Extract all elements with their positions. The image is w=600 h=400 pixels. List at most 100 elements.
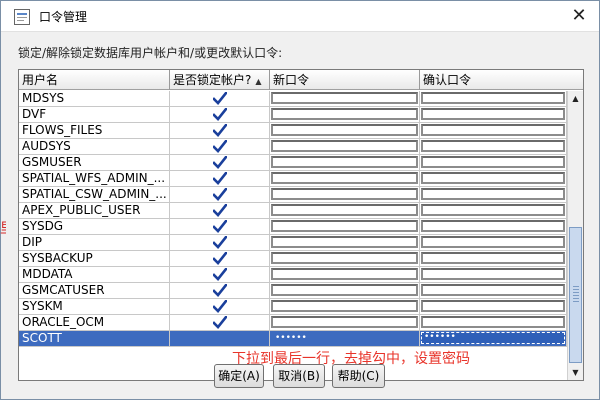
new-password-field[interactable] — [271, 92, 418, 104]
checkmark-icon — [212, 300, 227, 313]
new-password-field[interactable] — [271, 220, 418, 232]
confirm-password-cell — [420, 91, 567, 107]
new-password-field[interactable] — [271, 124, 418, 136]
table-row[interactable]: SCOTT •••••• •••••• — [19, 331, 567, 347]
username-cell[interactable]: FLOWS_FILES — [19, 123, 170, 139]
lock-account-checkbox[interactable] — [170, 235, 270, 251]
username-cell[interactable]: ORACLE_OCM — [19, 315, 170, 331]
lock-account-checkbox[interactable] — [170, 283, 270, 299]
new-password-field[interactable] — [271, 140, 418, 152]
new-password-field[interactable] — [271, 172, 418, 184]
cancel-button[interactable]: 取消(B) — [273, 364, 325, 388]
column-header-new-password[interactable]: 新口令 — [270, 70, 420, 90]
username-cell[interactable]: SPATIAL_CSW_ADMIN_... — [19, 187, 170, 203]
username-cell[interactable]: SYSKM — [19, 299, 170, 315]
lock-account-checkbox[interactable] — [170, 299, 270, 315]
new-password-field[interactable] — [271, 108, 418, 120]
username-cell[interactable]: AUDSYS — [19, 139, 170, 155]
table-row[interactable]: SPATIAL_WFS_ADMIN_... — [19, 171, 567, 187]
confirm-password-field[interactable] — [421, 268, 565, 280]
lock-account-checkbox[interactable] — [170, 107, 270, 123]
title-bar[interactable]: 口令管理 ✕ — [1, 1, 599, 32]
new-password-field[interactable] — [271, 204, 418, 216]
lock-account-checkbox[interactable] — [170, 331, 270, 347]
username-cell[interactable]: SYSDG — [19, 219, 170, 235]
confirm-password-field[interactable] — [421, 172, 565, 184]
confirm-password-field[interactable] — [421, 156, 565, 168]
column-header-locked[interactable]: 是否锁定帐户? ▲ — [170, 70, 270, 90]
confirm-password-cell — [420, 187, 567, 203]
table-row[interactable]: DIP — [19, 235, 567, 251]
username-cell[interactable]: DVF — [19, 107, 170, 123]
vertical-scrollbar[interactable]: ▲ ▼ — [567, 91, 583, 380]
confirm-password-field[interactable] — [421, 124, 565, 136]
table-row[interactable]: SYSDG — [19, 219, 567, 235]
table-row[interactable]: MDSYS — [19, 91, 567, 107]
confirm-password-field[interactable]: •••••• — [421, 332, 565, 344]
table-row[interactable]: MDDATA — [19, 267, 567, 283]
table-row[interactable]: ORACLE_OCM — [19, 315, 567, 331]
close-icon[interactable]: ✕ — [567, 6, 591, 28]
table-row[interactable]: APEX_PUBLIC_USER — [19, 203, 567, 219]
confirm-password-cell: •••••• — [420, 331, 567, 347]
confirm-password-field[interactable] — [421, 252, 565, 264]
new-password-field[interactable] — [271, 284, 418, 296]
username-cell[interactable]: MDSYS — [19, 91, 170, 107]
new-password-field[interactable] — [271, 316, 418, 328]
ok-button[interactable]: 确定(A) — [214, 364, 264, 388]
checkmark-icon — [212, 188, 227, 201]
column-header-username[interactable]: 用户名 — [19, 70, 170, 90]
table-row[interactable]: AUDSYS — [19, 139, 567, 155]
lock-account-checkbox[interactable] — [170, 219, 270, 235]
confirm-password-field[interactable] — [421, 188, 565, 200]
scroll-up-icon[interactable]: ▲ — [568, 91, 583, 106]
lock-account-checkbox[interactable] — [170, 203, 270, 219]
confirm-password-field[interactable] — [421, 220, 565, 232]
confirm-password-field[interactable] — [421, 300, 565, 312]
table-row[interactable]: GSMUSER — [19, 155, 567, 171]
new-password-field[interactable] — [271, 156, 418, 168]
confirm-password-field[interactable] — [421, 92, 565, 104]
lock-account-checkbox[interactable] — [170, 267, 270, 283]
column-header-confirm-password[interactable]: 确认口令 — [420, 70, 583, 90]
lock-account-checkbox[interactable] — [170, 251, 270, 267]
table-row[interactable]: SPATIAL_CSW_ADMIN_... — [19, 187, 567, 203]
lock-account-checkbox[interactable] — [170, 139, 270, 155]
table-row[interactable]: SYSKM — [19, 299, 567, 315]
new-password-field[interactable] — [271, 188, 418, 200]
confirm-password-field[interactable] — [421, 284, 565, 296]
confirm-password-cell — [420, 203, 567, 219]
lock-account-checkbox[interactable] — [170, 187, 270, 203]
confirm-password-field[interactable] — [421, 316, 565, 328]
confirm-password-field[interactable] — [421, 108, 565, 120]
new-password-field[interactable] — [271, 236, 418, 248]
table-row[interactable]: FLOWS_FILES — [19, 123, 567, 139]
lock-account-checkbox[interactable] — [170, 123, 270, 139]
checkmark-icon — [212, 140, 227, 153]
confirm-password-field[interactable] — [421, 204, 565, 216]
checkmark-icon — [212, 172, 227, 185]
username-cell[interactable]: SPATIAL_WFS_ADMIN_... — [19, 171, 170, 187]
new-password-field[interactable]: •••••• — [271, 332, 418, 344]
lock-account-checkbox[interactable] — [170, 315, 270, 331]
new-password-field[interactable] — [271, 252, 418, 264]
username-cell[interactable]: MDDATA — [19, 267, 170, 283]
confirm-password-field[interactable] — [421, 236, 565, 248]
username-cell[interactable]: DIP — [19, 235, 170, 251]
table-row[interactable]: GSMCATUSER — [19, 283, 567, 299]
username-cell[interactable]: GSMUSER — [19, 155, 170, 171]
lock-account-checkbox[interactable] — [170, 155, 270, 171]
lock-account-checkbox[interactable] — [170, 91, 270, 107]
help-button[interactable]: 帮助(C) — [332, 364, 385, 388]
table-row[interactable]: DVF — [19, 107, 567, 123]
username-cell[interactable]: GSMCATUSER — [19, 283, 170, 299]
new-password-field[interactable] — [271, 300, 418, 312]
lock-account-checkbox[interactable] — [170, 171, 270, 187]
username-cell[interactable]: SCOTT — [19, 331, 170, 347]
confirm-password-field[interactable] — [421, 140, 565, 152]
username-cell[interactable]: SYSBACKUP — [19, 251, 170, 267]
new-password-field[interactable] — [271, 268, 418, 280]
table-row[interactable]: SYSBACKUP — [19, 251, 567, 267]
scrollbar-thumb[interactable] — [569, 227, 582, 363]
username-cell[interactable]: APEX_PUBLIC_USER — [19, 203, 170, 219]
